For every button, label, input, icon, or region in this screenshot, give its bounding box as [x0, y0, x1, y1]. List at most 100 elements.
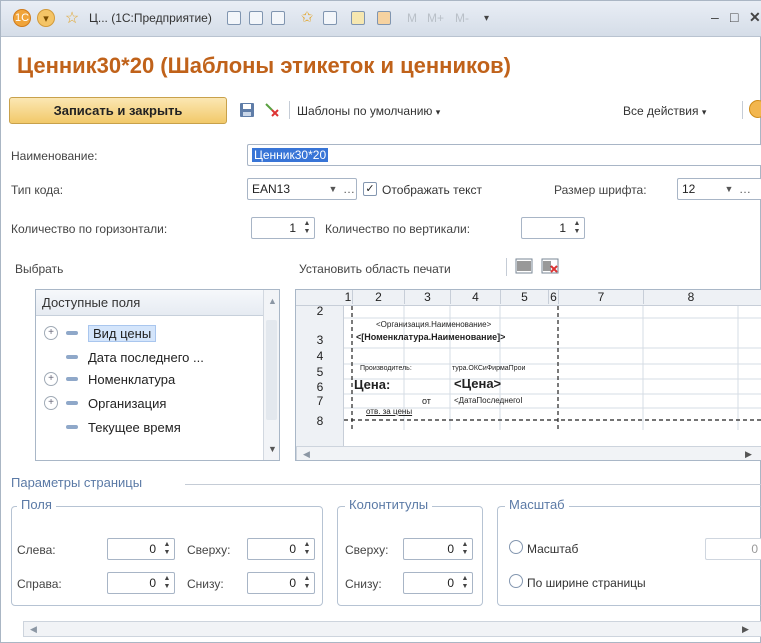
available-fields-panel: Доступные поля + Вид цены Дата последнего…	[35, 289, 280, 461]
scroll-right-icon[interactable]: ▶	[745, 449, 752, 460]
tree-item-current-time[interactable]: Текущее время	[66, 416, 181, 438]
available-fields-header[interactable]: Доступные поля	[36, 290, 264, 316]
tree-item-last-date[interactable]: Дата последнего ...	[66, 346, 204, 368]
memory-m-button[interactable]: M	[407, 11, 417, 25]
font-size-value: 12	[682, 182, 696, 196]
calculator-icon[interactable]	[351, 11, 365, 25]
tree-item-organization[interactable]: + Организация	[44, 392, 166, 414]
header-bottom-input[interactable]: 0 ▲ ▼	[403, 572, 473, 594]
more-icon[interactable]: …	[736, 179, 754, 199]
clear-icon[interactable]	[263, 101, 281, 119]
scale-input: 0	[705, 538, 761, 560]
select-button[interactable]: Выбрать	[15, 262, 63, 276]
title-bar: 1C ▾ ☆ Ц... (1С:Предприятие) ✩ M M+ M- ▾…	[1, 1, 761, 37]
margin-left-input[interactable]: 0 ▲ ▼	[107, 538, 175, 560]
margin-bottom-label: Снизу:	[187, 577, 224, 591]
all-actions-button[interactable]: Все действия ▾	[623, 104, 706, 118]
barcode-delete-icon[interactable]	[541, 257, 559, 275]
show-text-label: Отображать текст	[382, 183, 483, 197]
cell-from[interactable]: от	[422, 396, 431, 406]
cell-date-value[interactable]: <ДатаПоследнегоI	[454, 396, 522, 405]
margin-left-value: 0	[149, 542, 156, 556]
margin-bottom-input[interactable]: 0 ▲ ▼	[247, 572, 315, 594]
spinner-icon[interactable]: ▲ ▼	[460, 541, 470, 557]
name-value: Ценник30*20	[252, 148, 329, 162]
minimize-icon[interactable]: –	[711, 9, 719, 25]
vertical-scrollbar[interactable]: ▲ ▼	[263, 290, 279, 460]
save-icon[interactable]	[227, 11, 241, 25]
template-grid[interactable]: 1 2 3 4 5 6 7 8 2 3 4 5 6 7 8 <Организац…	[295, 289, 761, 461]
header-top-label: Сверху:	[345, 543, 389, 557]
header-bottom-label: Снизу:	[345, 577, 382, 591]
menu-dropdown-icon[interactable]: ▾	[37, 9, 55, 27]
cell-manufacturer-value[interactable]: тура.ОКСиФирмаПрои	[452, 365, 525, 372]
spinner-icon[interactable]: ▲ ▼	[460, 575, 470, 591]
scroll-down-icon[interactable]: ▼	[268, 444, 277, 454]
font-size-select[interactable]: 12 ▼ …	[677, 178, 761, 200]
font-size-label: Размер шрифта:	[554, 183, 647, 197]
cell-organization[interactable]: <Организация.Наименование>	[376, 320, 491, 329]
group-line	[185, 484, 761, 485]
set-print-area-button[interactable]: Установить область печати	[299, 262, 451, 276]
spinner-icon[interactable]: ▲ ▼	[162, 575, 172, 591]
cell-nomenclature[interactable]: <[Номенклатура.Наименование]>	[356, 332, 505, 342]
scale-radio[interactable]	[509, 540, 523, 554]
form-horizontal-scrollbar[interactable]: ◀ ▶	[23, 621, 761, 637]
help-icon[interactable]	[749, 100, 761, 118]
spinner-icon[interactable]: ▲ ▼	[302, 541, 312, 557]
spinner-icon[interactable]: ▲ ▼	[572, 220, 582, 236]
app-logo-icon[interactable]: 1C	[13, 9, 31, 27]
default-templates-button[interactable]: Шаблоны по умолчанию ▾	[297, 104, 440, 118]
fit-width-radio[interactable]	[509, 574, 523, 588]
horizontal-count-input[interactable]: 1 ▲ ▼	[251, 217, 315, 239]
star-add-icon[interactable]: ✩	[298, 8, 316, 26]
save-and-close-button[interactable]: Записать и закрыть	[9, 97, 227, 124]
memory-minus-button[interactable]: M-	[455, 11, 469, 25]
spinner-icon[interactable]: ▲ ▼	[302, 575, 312, 591]
cell-price-label[interactable]: Цена:	[354, 377, 390, 392]
expand-icon[interactable]: +	[44, 326, 58, 340]
favorites-star-icon[interactable]: ☆	[63, 9, 81, 27]
save-icon[interactable]	[238, 101, 256, 119]
code-type-value: EAN13	[252, 182, 291, 196]
menu-arrow-icon[interactable]: ▾	[484, 13, 489, 24]
expand-icon[interactable]: +	[44, 372, 58, 386]
name-input[interactable]: Ценник30*20	[247, 144, 761, 166]
barcode-icon[interactable]	[515, 257, 533, 275]
grid-horizontal-scrollbar[interactable]: ◀ ▶	[296, 446, 761, 460]
tree-item-price-type[interactable]: + Вид цены	[44, 322, 157, 344]
tree-item-label: Дата последнего ...	[88, 349, 204, 365]
calendar-icon[interactable]	[377, 11, 391, 25]
toolbar-separator	[742, 101, 743, 119]
cell-manufacturer-label[interactable]: Производитель:	[360, 365, 412, 372]
cell-price-value[interactable]: <Цена>	[454, 376, 501, 391]
fit-width-label: По ширине страницы	[527, 576, 646, 590]
cell-responsible[interactable]: отв. за цены	[366, 407, 412, 416]
margin-right-input[interactable]: 0 ▲ ▼	[107, 572, 175, 594]
code-type-select[interactable]: EAN13 ▼ …	[247, 178, 357, 200]
show-text-checkbox[interactable]: ✓	[363, 182, 377, 196]
vertical-count-input[interactable]: 1 ▲ ▼	[521, 217, 585, 239]
maximize-icon[interactable]: □	[730, 9, 738, 25]
scroll-up-icon[interactable]: ▲	[268, 296, 277, 306]
bookmark-icon[interactable]	[323, 11, 337, 25]
scroll-left-icon[interactable]: ◀	[30, 624, 37, 635]
toolbar-separator	[506, 258, 507, 276]
tree-item-nomenclature[interactable]: + Номенклатура	[44, 368, 175, 390]
spinner-icon[interactable]: ▲ ▼	[162, 541, 172, 557]
chevron-down-icon: ▾	[701, 107, 707, 117]
page-params-title[interactable]: Параметры страницы	[11, 475, 142, 490]
expand-icon[interactable]: +	[44, 396, 58, 410]
spinner-icon[interactable]: ▲ ▼	[302, 220, 312, 236]
margin-top-input[interactable]: 0 ▲ ▼	[247, 538, 315, 560]
scroll-right-icon[interactable]: ▶	[742, 624, 749, 635]
preview-icon[interactable]	[271, 11, 285, 25]
more-icon[interactable]: …	[340, 179, 358, 199]
print-icon[interactable]	[249, 11, 263, 25]
close-icon[interactable]: ✕	[749, 9, 761, 26]
scroll-thumb[interactable]	[266, 320, 277, 420]
header-top-input[interactable]: 0 ▲ ▼	[403, 538, 473, 560]
scroll-left-icon[interactable]: ◀	[303, 449, 310, 460]
scale-group-title: Масштаб	[505, 497, 569, 512]
memory-plus-button[interactable]: M+	[427, 11, 444, 25]
